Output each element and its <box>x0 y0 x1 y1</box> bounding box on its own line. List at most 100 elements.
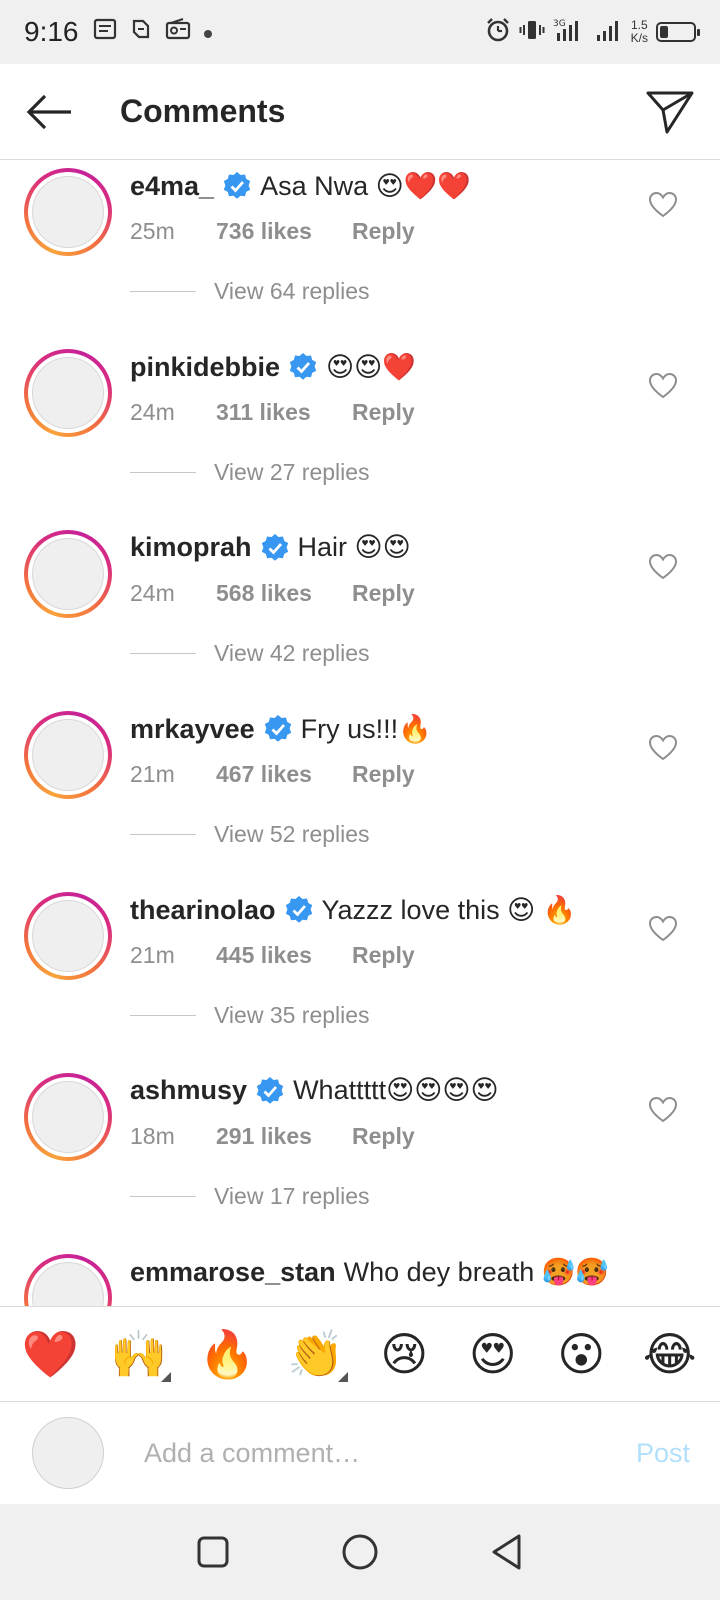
reply-button[interactable]: Reply <box>352 1123 415 1150</box>
like-heart-icon[interactable] <box>648 190 678 220</box>
heart-eyes-emoji-icon[interactable]: 😍 <box>457 1324 529 1384</box>
verified-badge-icon <box>223 172 251 199</box>
clapping-hands-glyph: 👏 <box>287 1327 345 1381</box>
view-replies-button[interactable]: View 42 replies <box>130 640 370 667</box>
page-title: Comments <box>120 93 286 129</box>
comment-time: 24m <box>130 580 175 606</box>
comment-text: 😍😍❤️ <box>326 352 416 382</box>
verified-badge-icon <box>256 1076 284 1104</box>
comment-likes[interactable]: 291 likes <box>216 1123 352 1150</box>
comment-text: Fry us!!!🔥 <box>300 714 432 744</box>
reply-button[interactable]: Reply <box>352 942 415 969</box>
raising-hands-glyph: 🙌 <box>110 1327 168 1381</box>
comment-item: pinkidebbie 😍😍❤️ 24m 311 likes Reply Vie… <box>0 341 720 526</box>
post-button[interactable]: Post <box>636 1438 690 1469</box>
comment-likes[interactable]: 736 likes <box>216 218 352 245</box>
share-button[interactable] <box>620 64 720 160</box>
skin-tone-indicator-icon <box>337 1372 348 1382</box>
like-heart-icon[interactable] <box>648 733 678 763</box>
paper-plane-icon <box>646 91 694 133</box>
status-bar: 9:16 3G 1.5 K/s <box>0 0 720 64</box>
avatar[interactable] <box>24 892 112 980</box>
view-replies-button[interactable]: View 35 replies <box>130 1002 370 1029</box>
verified-badge-icon <box>264 715 291 742</box>
like-heart-icon[interactable] <box>648 914 678 944</box>
comment-item-partial: emmarose_stan Who dey breath 🥵🥵 <box>0 1246 720 1307</box>
skin-tone-indicator-icon <box>160 1372 171 1382</box>
signal-icon <box>595 18 623 47</box>
reply-button[interactable]: Reply <box>352 761 415 788</box>
surprised-face-emoji-icon[interactable]: 😮 <box>545 1324 617 1384</box>
comment-input[interactable] <box>144 1437 584 1469</box>
red-heart-emoji-icon[interactable]: ❤️ <box>14 1324 86 1384</box>
square-icon <box>197 1536 229 1568</box>
view-replies-button[interactable]: View 64 replies <box>130 278 370 305</box>
comment-username[interactable]: ashmusy <box>130 1075 247 1106</box>
comment-username[interactable]: kimoprah <box>130 532 252 563</box>
avatar[interactable] <box>24 168 112 256</box>
raising-hands-emoji-icon[interactable]: 🙌 <box>103 1324 175 1384</box>
avatar[interactable] <box>24 711 112 799</box>
comment-likes[interactable]: 311 likes <box>216 399 352 426</box>
reply-button[interactable]: Reply <box>352 580 415 607</box>
avatar[interactable] <box>24 530 112 618</box>
view-replies-button[interactable]: View 52 replies <box>130 821 370 848</box>
view-replies-label: View 17 replies <box>214 1183 370 1209</box>
comment-item: thearinolao Yazzz love this 😍 🔥 21m 445 … <box>0 884 720 1069</box>
comment-item: kimoprah Hair 😍😍 24m 568 likes Reply Vie… <box>0 522 720 707</box>
comment-text: Hair 😍😍 <box>297 532 411 562</box>
comment-time: 25m <box>130 218 175 244</box>
crying-face-emoji-icon[interactable]: 😢 <box>368 1324 440 1384</box>
comment-time: 18m <box>130 1123 175 1149</box>
comment-time: 21m <box>130 942 175 968</box>
comment-likes[interactable]: 445 likes <box>216 942 352 969</box>
like-heart-icon[interactable] <box>648 552 678 582</box>
comments-list[interactable]: e4ma_ Asa Nwa 😍❤️❤️ 25m 736 likes Reply … <box>0 160 720 1307</box>
tears-of-joy-emoji-icon[interactable]: 😂 <box>634 1324 706 1384</box>
view-replies-label: View 42 replies <box>214 640 370 666</box>
comment-text: Yazzz love this 😍 🔥 <box>321 895 577 925</box>
signal-3g-icon: 3G <box>553 17 587 48</box>
my-avatar <box>32 1417 104 1489</box>
verified-badge-icon <box>261 533 288 561</box>
back-button[interactable] <box>0 64 100 160</box>
view-replies-button[interactable]: View 17 replies <box>130 1183 370 1210</box>
comment-username[interactable]: thearinolao <box>130 895 276 926</box>
avatar[interactable] <box>24 1254 112 1307</box>
verified-badge-icon <box>285 896 312 923</box>
verified-badge-icon <box>289 353 317 380</box>
comment-username[interactable]: e4ma_ <box>130 171 214 202</box>
header: Comments <box>0 64 720 160</box>
app-notification-icon <box>129 17 153 47</box>
status-indicators: 3G 1.5 K/s <box>485 17 700 48</box>
clapping-hands-emoji-icon[interactable]: 👏 <box>280 1324 352 1384</box>
comment-username[interactable]: pinkidebbie <box>130 352 280 383</box>
comment-username[interactable]: mrkayvee <box>130 714 255 745</box>
triangle-back-icon <box>492 1534 521 1570</box>
like-heart-icon[interactable] <box>648 371 678 401</box>
dot-icon <box>203 19 213 45</box>
recents-button[interactable] <box>183 1522 243 1582</box>
comment-username[interactable]: emmarose_stan <box>130 1257 336 1288</box>
comment-text: Asa Nwa 😍❤️❤️ <box>260 171 472 201</box>
like-heart-icon[interactable] <box>648 1095 678 1125</box>
comment-likes[interactable]: 467 likes <box>216 761 352 788</box>
back-arrow-icon <box>26 94 71 129</box>
avatar[interactable] <box>24 349 112 437</box>
circle-icon <box>342 1534 378 1570</box>
comment-item: e4ma_ Asa Nwa 😍❤️❤️ 25m 736 likes Reply … <box>0 160 720 345</box>
fire-emoji-icon[interactable]: 🔥 <box>191 1324 263 1384</box>
comment-likes[interactable]: 568 likes <box>216 580 352 607</box>
back-nav-button[interactable] <box>477 1522 537 1582</box>
reply-button[interactable]: Reply <box>352 218 415 245</box>
home-button[interactable] <box>330 1522 390 1582</box>
reply-button[interactable]: Reply <box>352 399 415 426</box>
avatar[interactable] <box>24 1073 112 1161</box>
view-replies-button[interactable]: View 27 replies <box>130 459 370 486</box>
view-replies-label: View 35 replies <box>214 1002 370 1028</box>
comment-text: Whattttt😍😍😍😍 <box>293 1075 499 1105</box>
system-nav-bar <box>0 1504 720 1600</box>
comment-time: 24m <box>130 399 175 425</box>
view-replies-label: View 64 replies <box>214 278 370 304</box>
view-replies-label: View 27 replies <box>214 459 370 485</box>
